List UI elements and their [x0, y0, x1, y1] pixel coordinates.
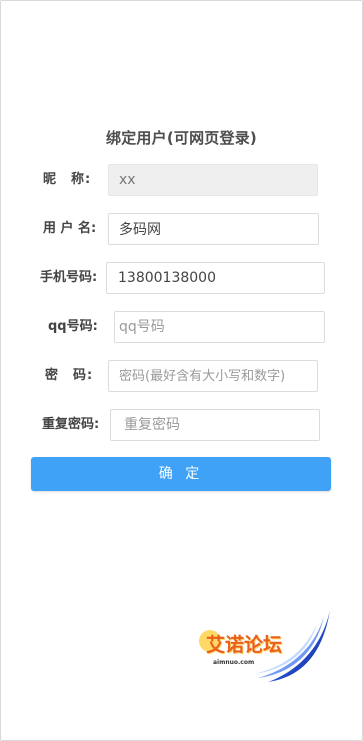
password-row: 密 码:	[0, 359, 363, 393]
watermark-logo: 艾诺论坛 aimnuo.com	[196, 608, 332, 688]
qq-label: qq号码:	[48, 319, 98, 334]
page-title: 绑定用户(可网页登录)	[106, 129, 257, 147]
password-field[interactable]	[108, 360, 318, 392]
username-field[interactable]	[108, 213, 319, 245]
username-label: 用 户 名:	[43, 221, 97, 236]
nickname-field: xx	[108, 164, 318, 196]
phone-row: 手机号码:	[0, 261, 363, 295]
nickname-label: 昵 称:	[43, 172, 92, 187]
nickname-row: 昵 称: xx	[0, 163, 363, 197]
phone-label: 手机号码:	[40, 270, 98, 285]
username-row: 用 户 名:	[0, 212, 363, 246]
confirm-password-row: 重复密码:	[0, 408, 363, 442]
confirm-button[interactable]: 确 定	[31, 457, 331, 491]
qq-field[interactable]	[114, 311, 325, 343]
confirm-password-label: 重复密码:	[42, 417, 100, 432]
watermark-text: 艾诺论坛	[206, 634, 283, 656]
confirm-password-field[interactable]	[110, 409, 320, 441]
qq-row: qq号码:	[0, 310, 363, 344]
watermark-url: aimnuo.com	[213, 659, 255, 666]
phone-field[interactable]	[106, 262, 325, 294]
password-label: 密 码:	[45, 368, 94, 383]
